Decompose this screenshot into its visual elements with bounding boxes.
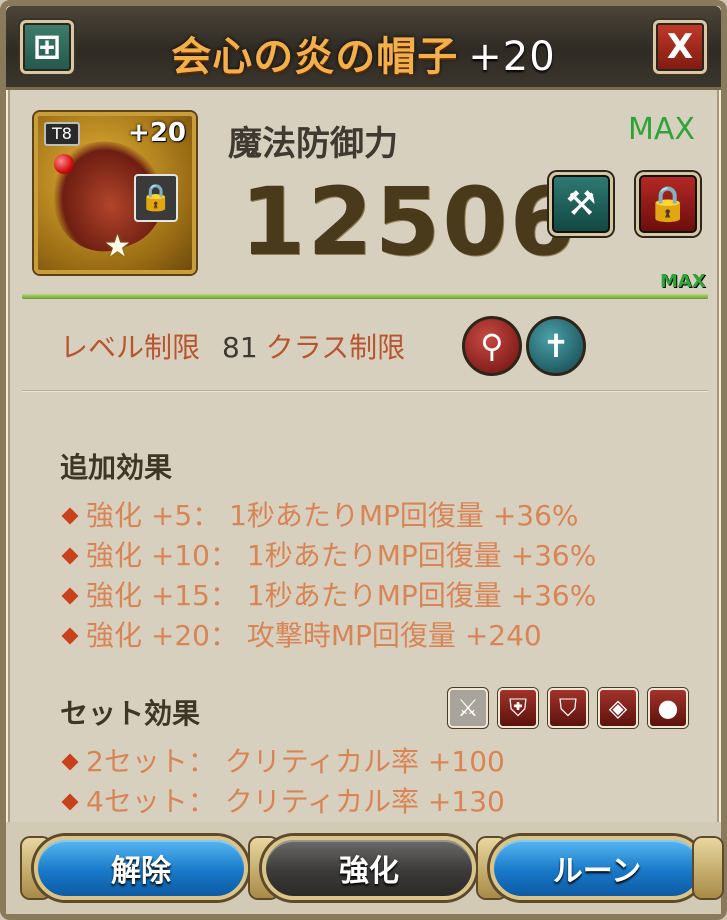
stat-name: 魔法防御力 xyxy=(228,124,398,164)
remove-button[interactable]: 解除 xyxy=(34,836,248,900)
diamond-bullet-icon xyxy=(61,627,79,644)
set-effects-title: セット効果 xyxy=(57,692,205,732)
cross-class-icon[interactable]: ✝ xyxy=(526,316,586,376)
divider xyxy=(22,390,708,392)
item-title: 会心の炎の帽子 +20 xyxy=(6,24,721,82)
diamond-bullet-icon xyxy=(61,793,79,810)
star-icon: ★ xyxy=(104,229,131,264)
progress-max-label: MAX xyxy=(660,271,706,292)
sword-icon[interactable]: ⚔ xyxy=(448,688,488,728)
enhance-button[interactable]: 強化 xyxy=(262,836,476,900)
tier-badge: T8 xyxy=(44,122,80,146)
item-icon-level: +20 xyxy=(128,118,186,148)
diamond-bullet-icon xyxy=(61,507,79,524)
belt-icon[interactable]: ◈ xyxy=(598,688,638,728)
additional-effect-line: 強化 +5： 1秒あたりMP回復量 +36% xyxy=(60,494,579,534)
enhance-anvil-button[interactable]: ⚒ xyxy=(549,172,613,236)
close-icon: X xyxy=(666,27,694,67)
additional-effect-line: 強化 +10： 1秒あたりMP回復量 +36% xyxy=(60,534,596,574)
level-limit-label: レベル制限 xyxy=(60,331,201,364)
diamond-bullet-icon xyxy=(61,547,79,564)
button-cap xyxy=(694,838,722,898)
max-label: MAX xyxy=(628,112,695,147)
armor-icon[interactable]: ⛨ xyxy=(498,688,538,728)
title-bar: ⊞ 会心の炎の帽子 +20 X xyxy=(6,6,721,90)
lock-button[interactable]: 🔒 xyxy=(636,172,700,236)
requirements-row: レベル制限 81 クラス制限 xyxy=(60,326,405,366)
item-name: 会心の炎の帽子 xyxy=(171,34,459,80)
orb-icon[interactable]: ● xyxy=(648,688,688,728)
diamond-bullet-icon xyxy=(61,753,79,770)
staff-class-icon[interactable]: ⚲ xyxy=(462,316,522,376)
additional-effects-title: 追加効果 xyxy=(57,446,177,486)
level-limit-value: 81 xyxy=(222,331,258,364)
anvil-hammer-icon: ⚒ xyxy=(565,184,597,224)
red-gem-icon xyxy=(54,154,74,174)
enhance-progress-bar xyxy=(22,294,708,299)
padlock-icon: 🔒 xyxy=(646,184,690,224)
padlock-icon: 🔒 xyxy=(134,174,178,222)
additional-effect-line: 強化 +20： 攻撃時MP回復量 +240 xyxy=(60,614,542,654)
close-button[interactable]: X xyxy=(653,20,707,74)
item-icon-frame[interactable]: T8 +20 🔒 ★ xyxy=(34,112,196,274)
robe-icon[interactable]: ⛉ xyxy=(548,688,588,728)
rune-button[interactable]: ルーン xyxy=(490,836,704,900)
set-effect-line: 4セット： クリティカル率 +130 xyxy=(60,780,505,820)
item-enhance-level: +20 xyxy=(468,34,556,80)
diamond-bullet-icon xyxy=(61,587,79,604)
class-limit-label: クラス制限 xyxy=(265,331,406,364)
additional-effect-line: 強化 +15： 1秒あたりMP回復量 +36% xyxy=(60,574,596,614)
set-effect-line: 2セット： クリティカル率 +100 xyxy=(60,740,505,780)
stat-value: 12506 xyxy=(240,168,578,277)
enhance-progress-fill xyxy=(22,294,708,299)
